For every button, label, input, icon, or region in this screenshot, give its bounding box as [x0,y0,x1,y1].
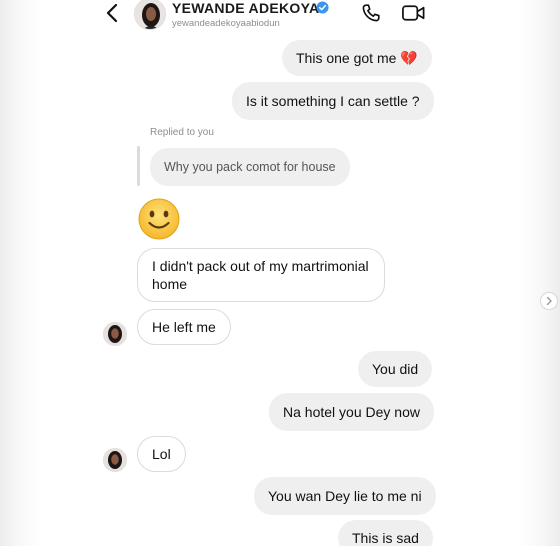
left-page-edge [0,0,42,546]
reply-indicator-bar [137,146,140,186]
message-incoming[interactable]: Lol [137,436,186,472]
message-text: Lol [152,446,171,462]
message-outgoing[interactable]: Na hotel you Dey now [269,393,434,431]
message-outgoing[interactable]: Is it something I can settle ? [232,82,434,120]
dm-screenshot-frame: YEWANDE ADEKOYA yewandeadekoyaabiodun Th… [0,0,560,546]
message-text: He left me [152,319,216,335]
message-incoming[interactable]: He left me [137,309,231,345]
message-outgoing[interactable]: You wan Dey lie to me ni [254,477,436,515]
chat-header: YEWANDE ADEKOYA yewandeadekoyaabiodun [0,0,560,34]
message-outgoing[interactable]: This is sad [338,520,433,546]
message-text: Is it something I can settle ? [246,93,420,109]
next-slide-button[interactable] [540,292,558,310]
message-text: This is sad [352,530,419,546]
message-text: Na hotel you Dey now [283,404,420,420]
message-outgoing[interactable]: You did [358,351,433,387]
message-text: I didn't pack out of my martrimonial hom… [152,258,369,292]
slightly-smiling-face-emoji-icon[interactable] [137,197,181,241]
sender-avatar[interactable] [103,448,127,472]
sender-avatar[interactable] [103,322,127,346]
quoted-message[interactable]: Why you pack comot for house [150,148,350,186]
message-outgoing[interactable]: This one got me 💔 [282,40,432,76]
message-text: You did [372,361,419,377]
back-arrow-icon[interactable] [104,3,122,23]
message-incoming[interactable]: I didn't pack out of my martrimonial hom… [137,248,385,302]
replied-to-label: Replied to you [150,127,214,138]
message-text: This one got me 💔 [296,50,418,66]
message-text: You wan Dey lie to me ni [268,488,422,504]
video-call-icon[interactable] [401,3,426,23]
contact-avatar[interactable] [134,0,166,30]
phone-icon[interactable] [360,2,382,24]
contact-name[interactable]: YEWANDE ADEKOYA [172,0,319,16]
verified-badge-icon [316,1,329,14]
right-page-edge [518,0,560,546]
chevron-right-icon [546,296,552,306]
contact-username: yewandeadekoyaabiodun [172,18,280,29]
